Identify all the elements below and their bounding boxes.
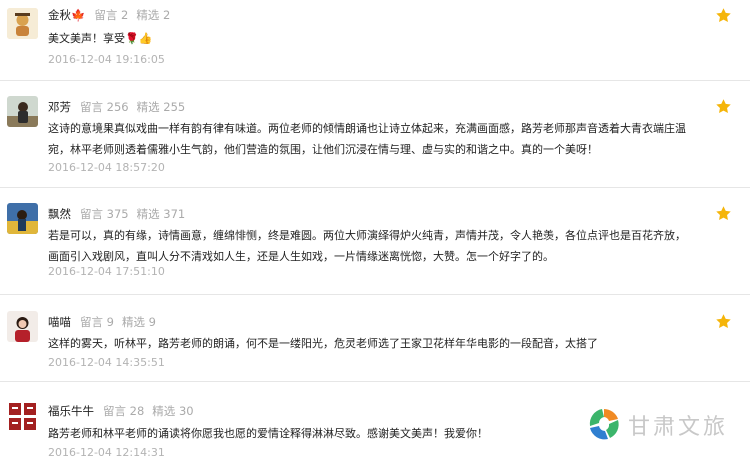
avatar[interactable] (7, 96, 38, 127)
featured-count: 精选 371 (136, 207, 186, 221)
messages-count: 留言 28 (103, 404, 145, 418)
comment-item: 飘然 留言 375 精选 371 若是可以，真的有缘，诗情画意，缠绵悱恻，终是难圆。… (0, 188, 750, 295)
comment-meta: 飘然 留言 375 精选 371 (48, 206, 193, 222)
messages-count: 留言 2 (94, 8, 129, 22)
featured-count: 精选 2 (136, 8, 171, 22)
comment-feed: 金秋🍁 留言 2 精选 2 美文美声！享受🌹👍 2016-12-04 19:16:0… (0, 0, 750, 467)
comment-timestamp: 2016-12-04 19:16:05 (48, 53, 165, 66)
comment-meta: 金秋🍁 留言 2 精选 2 (48, 7, 178, 23)
messages-count: 留言 9 (80, 315, 114, 329)
comment-text: 这样的雾天，听林平，路芳老师的朗诵，何不是一缕阳光，危灵老师选了王家卫花样年华电… (48, 337, 598, 350)
comment-item: 金秋🍁 留言 2 精选 2 美文美声！享受🌹👍 2016-12-04 19:16:0… (0, 0, 750, 81)
comment-text: 这诗的意境果真似戏曲一样有韵有律有味道。两位老师的倾情朗诵也让诗立体起来，充满画… (48, 122, 686, 156)
username[interactable]: 飘然 (48, 207, 71, 221)
comment-timestamp: 2016-12-04 17:51:10 (48, 265, 165, 278)
comment-meta: 喵喵 留言 9 精选 9 (48, 314, 164, 330)
username[interactable]: 福乐牛牛 (48, 404, 94, 418)
watermark-logo: 甘肃文旅 (586, 406, 736, 442)
star-icon[interactable] (715, 205, 732, 222)
featured-count: 精选 255 (136, 100, 186, 114)
featured-count: 精选 9 (121, 315, 156, 329)
comment-meta: 邓芳 留言 256 精选 255 (48, 99, 193, 115)
avatar[interactable] (7, 311, 38, 342)
star-icon[interactable] (715, 313, 732, 330)
comment-text: 若是可以，真的有缘，诗情画意，缠绵悱恻，终是难圆。两位大师演绎得炉火纯青，声情并… (48, 229, 686, 263)
username[interactable]: 金秋🍁 (48, 8, 85, 22)
comment-item: 喵喵 留言 9 精选 9 这样的雾天，听林平，路芳老师的朗诵，何不是一缕阳光，危灵老… (0, 295, 750, 382)
avatar[interactable] (7, 203, 38, 234)
comment-timestamp: 2016-12-04 18:57:20 (48, 161, 165, 174)
comment-meta: 福乐牛牛 留言 28 精选 30 (48, 403, 202, 419)
comment-text: 美文美声！享受🌹👍 (48, 32, 153, 45)
watermark-swirl-icon (589, 409, 619, 440)
watermark-text: 甘肃文旅 (628, 415, 729, 440)
comment-timestamp: 2016-12-04 12:14:31 (48, 446, 165, 459)
username[interactable]: 喵喵 (48, 315, 71, 329)
featured-count: 精选 30 (152, 404, 194, 418)
avatar[interactable] (7, 8, 38, 39)
avatar[interactable] (7, 401, 38, 432)
star-icon[interactable] (715, 98, 732, 115)
messages-count: 留言 375 (80, 207, 129, 221)
star-icon[interactable] (715, 7, 732, 24)
messages-count: 留言 256 (80, 100, 129, 114)
comment-timestamp: 2016-12-04 14:35:51 (48, 356, 165, 369)
username[interactable]: 邓芳 (48, 100, 71, 114)
comment-item: 邓芳 留言 256 精选 255 这诗的意境果真似戏曲一样有韵有律有味道。两位老师的… (0, 81, 750, 188)
